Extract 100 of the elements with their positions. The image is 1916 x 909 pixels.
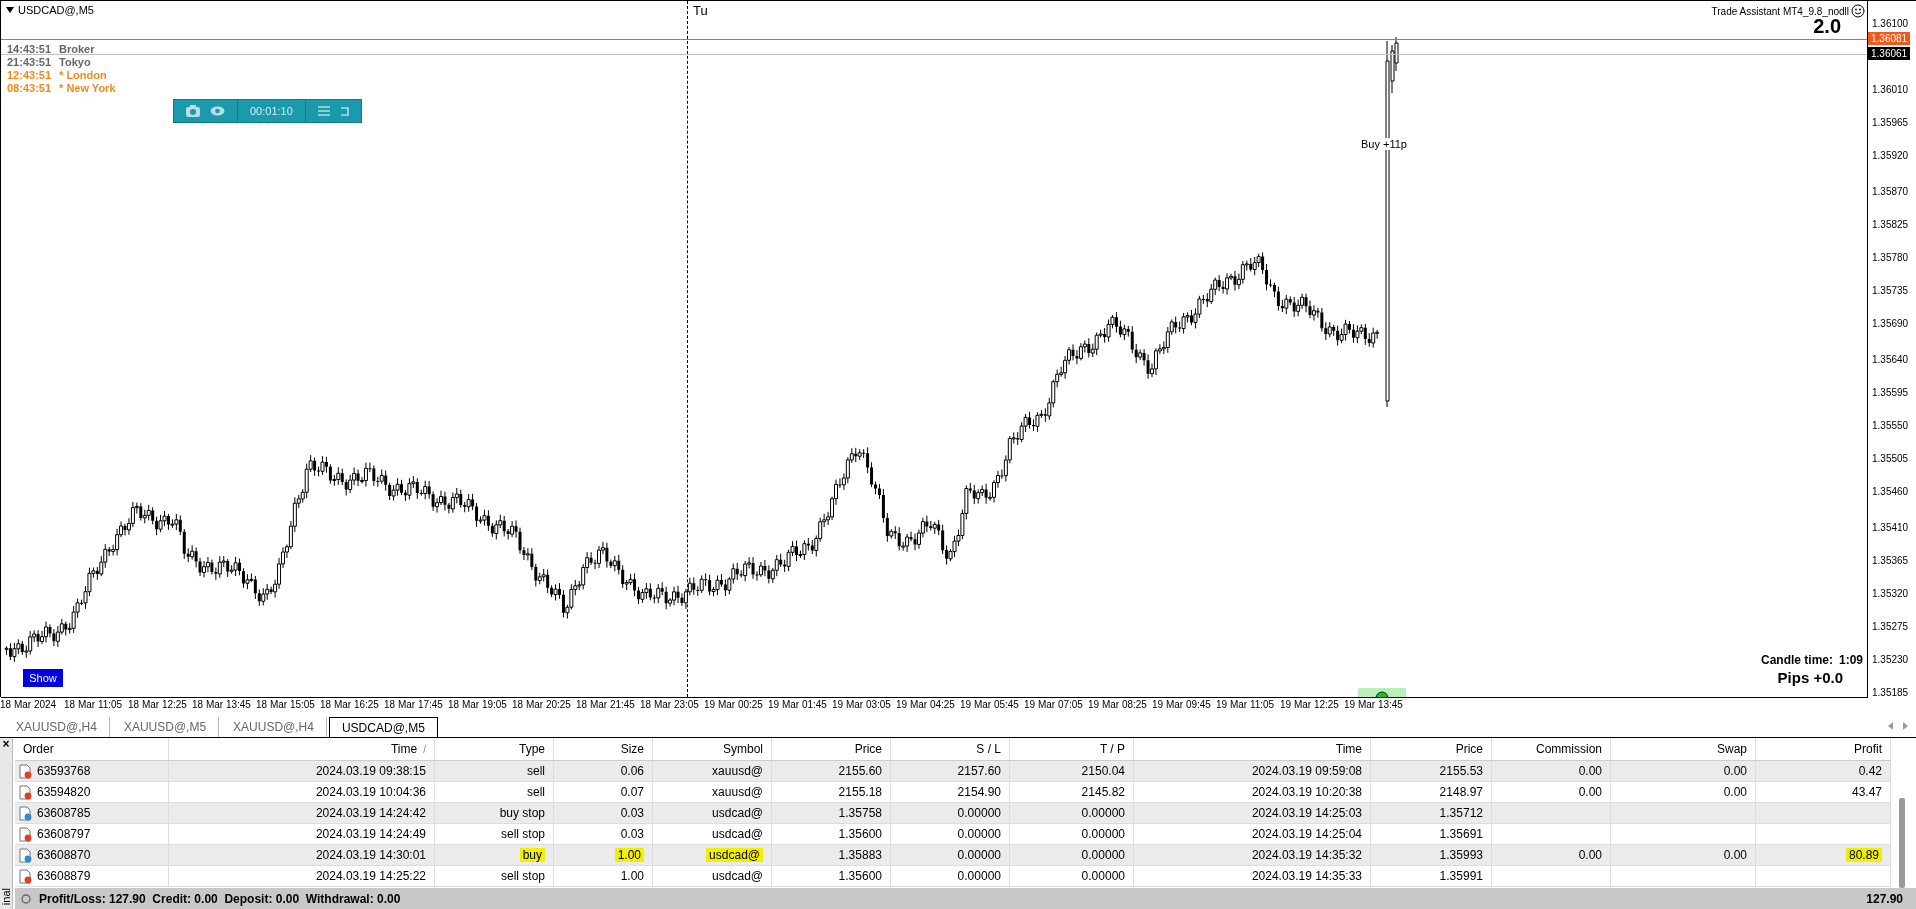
table-cell: 0.00 — [1723, 764, 1747, 778]
spread-value: 2.0 — [1813, 16, 1842, 36]
column-header[interactable]: Profit — [1756, 738, 1891, 760]
time-tick: 18 Mar 20:25 — [512, 699, 571, 710]
chart-tab[interactable]: USDCAD@,M5 — [328, 717, 438, 737]
clock-time: 21:43:51 — [7, 56, 52, 69]
column-header[interactable]: Price — [1371, 738, 1492, 760]
column-header[interactable]: Price — [772, 738, 891, 760]
price-tick: 1.35320 — [1872, 588, 1909, 600]
price-tick: 1.36010 — [1872, 83, 1909, 95]
chart-tab[interactable]: XAUUSD@,M5 — [111, 717, 220, 737]
table-cell: 2024.03.19 14:35:33 — [1251, 869, 1362, 883]
table-cell: 2024.03.19 14:24:49 — [315, 827, 426, 841]
chart-symbol: USDCAD@,M5 — [18, 4, 94, 16]
table-cell: 0.00 — [1578, 764, 1602, 778]
table-cell: 0.00000 — [1081, 869, 1125, 883]
column-header[interactable]: Order — [15, 738, 169, 760]
table-cell: 0.00000 — [957, 806, 1001, 820]
column-header[interactable]: Size — [554, 738, 653, 760]
price-tick: 1.35275 — [1872, 621, 1909, 633]
status-icon — [21, 893, 31, 904]
table-cell: 0.03 — [620, 827, 644, 841]
table-cell: 63608797 — [37, 827, 91, 841]
smiley-icon — [1851, 4, 1866, 18]
column-header[interactable]: Symbol — [653, 738, 772, 760]
table-cell: 2155.18 — [838, 785, 882, 799]
table-cell: 2024.03.19 14:25:03 — [1251, 806, 1362, 820]
column-header[interactable]: T / P — [1010, 738, 1134, 760]
document-icon — [19, 848, 31, 862]
price-tick: 1.35735 — [1872, 284, 1909, 296]
table-cell: 0.00000 — [1081, 827, 1125, 841]
time-tick: 19 Mar 08:25 — [1088, 699, 1147, 710]
scrollbar[interactable] — [1899, 798, 1905, 888]
table-cell: sell stop — [500, 869, 545, 883]
time-tick: 19 Mar 01:45 — [768, 699, 827, 710]
ask-price-tag: 1.36061 — [1868, 46, 1911, 60]
menu-icon[interactable] — [317, 106, 330, 116]
show-button[interactable]: Show — [23, 669, 63, 687]
time-tick: 19 Mar 03:05 — [832, 699, 891, 710]
close-button[interactable]: × — [2, 738, 10, 750]
table-cell: 2157.60 — [957, 764, 1001, 778]
time-tick: 18 Mar 19:05 — [448, 699, 507, 710]
time-tick: 19 Mar 09:45 — [1152, 699, 1211, 710]
scroll-right-icon[interactable] — [1902, 721, 1910, 731]
table-cell: sell stop — [500, 827, 545, 841]
eye-icon[interactable] — [210, 106, 225, 116]
column-header[interactable]: Time — [1134, 738, 1371, 760]
time-tick: 18 Mar 15:05 — [256, 699, 315, 710]
table-cell: 1.00 — [620, 869, 644, 883]
chart-tab[interactable]: XAUUSD@,H4 — [4, 717, 110, 737]
document-icon — [19, 869, 31, 883]
time-tick: 19 Mar 00:25 — [704, 699, 763, 710]
column-header[interactable]: Commission — [1492, 738, 1611, 760]
table-cell: 0.00 — [1578, 848, 1602, 862]
chart-tab[interactable]: XAUUSD@,H4 — [221, 717, 327, 737]
column-header[interactable]: S / L — [891, 738, 1010, 760]
price-tick: 1.35595 — [1872, 387, 1909, 399]
table-cell: 0.00000 — [1081, 806, 1125, 820]
table-cell: 0.03 — [620, 806, 644, 820]
time-tick: 19 Mar 13:45 — [1344, 699, 1403, 710]
price-tick: 1.35365 — [1872, 555, 1909, 567]
bid-price-tag: 1.36081 — [1868, 31, 1911, 45]
indicator-title: Trade Assistant MT4_9.8_nodll — [1711, 5, 1850, 17]
table-cell: 2024.03.19 14:30:01 — [315, 848, 426, 862]
window-icon[interactable] — [339, 106, 349, 116]
total-profit: 127.90 — [1866, 891, 1903, 906]
table-cell: 0.00 — [1723, 785, 1747, 799]
column-header[interactable]: Time / — [169, 738, 435, 760]
table-cell: 2024.03.19 14:35:32 — [1251, 848, 1362, 862]
document-icon — [19, 827, 31, 841]
price-tick: 1.36100 — [1872, 18, 1909, 29]
table-cell: 2024.03.19 09:59:08 — [1251, 764, 1362, 778]
time-tick: 18 Mar 21:45 — [576, 699, 635, 710]
clock-city: Broker — [59, 43, 95, 56]
table-cell: 1.35712 — [1439, 806, 1483, 820]
day-label: Tu — [693, 3, 708, 18]
table-cell: buy stop — [499, 806, 545, 820]
table-cell: sell — [527, 764, 545, 778]
dropdown-icon[interactable] — [6, 7, 14, 13]
column-header[interactable]: Type — [435, 738, 554, 760]
time-tick: 19 Mar 04:25 — [896, 699, 955, 710]
price-tick: 1.35460 — [1872, 485, 1909, 497]
time-tick: 19 Mar 05:45 — [960, 699, 1019, 710]
candle-time-value: 1:09 — [1839, 653, 1864, 667]
price-tick: 1.35690 — [1872, 317, 1909, 329]
clock-time: 12:43:51 — [7, 69, 52, 82]
table-cell: 1.35991 — [1439, 869, 1483, 883]
scroll-left-icon[interactable] — [1886, 721, 1894, 731]
table-cell: 0.00000 — [957, 827, 1001, 841]
price-tick: 1.35870 — [1872, 186, 1909, 198]
table-cell: 0.00000 — [1081, 848, 1125, 862]
pips-value: Pips +0.0 — [1777, 669, 1844, 686]
document-icon — [19, 785, 31, 799]
clock-time: 14:43:51 — [7, 43, 52, 56]
price-tick: 1.35410 — [1872, 522, 1909, 534]
table-cell: 0.06 — [620, 764, 644, 778]
column-header[interactable]: Swap — [1611, 738, 1756, 760]
price-tick: 1.35920 — [1872, 149, 1909, 161]
camera-icon[interactable] — [186, 105, 200, 117]
time-tick: 18 Mar 17:45 — [384, 699, 443, 710]
